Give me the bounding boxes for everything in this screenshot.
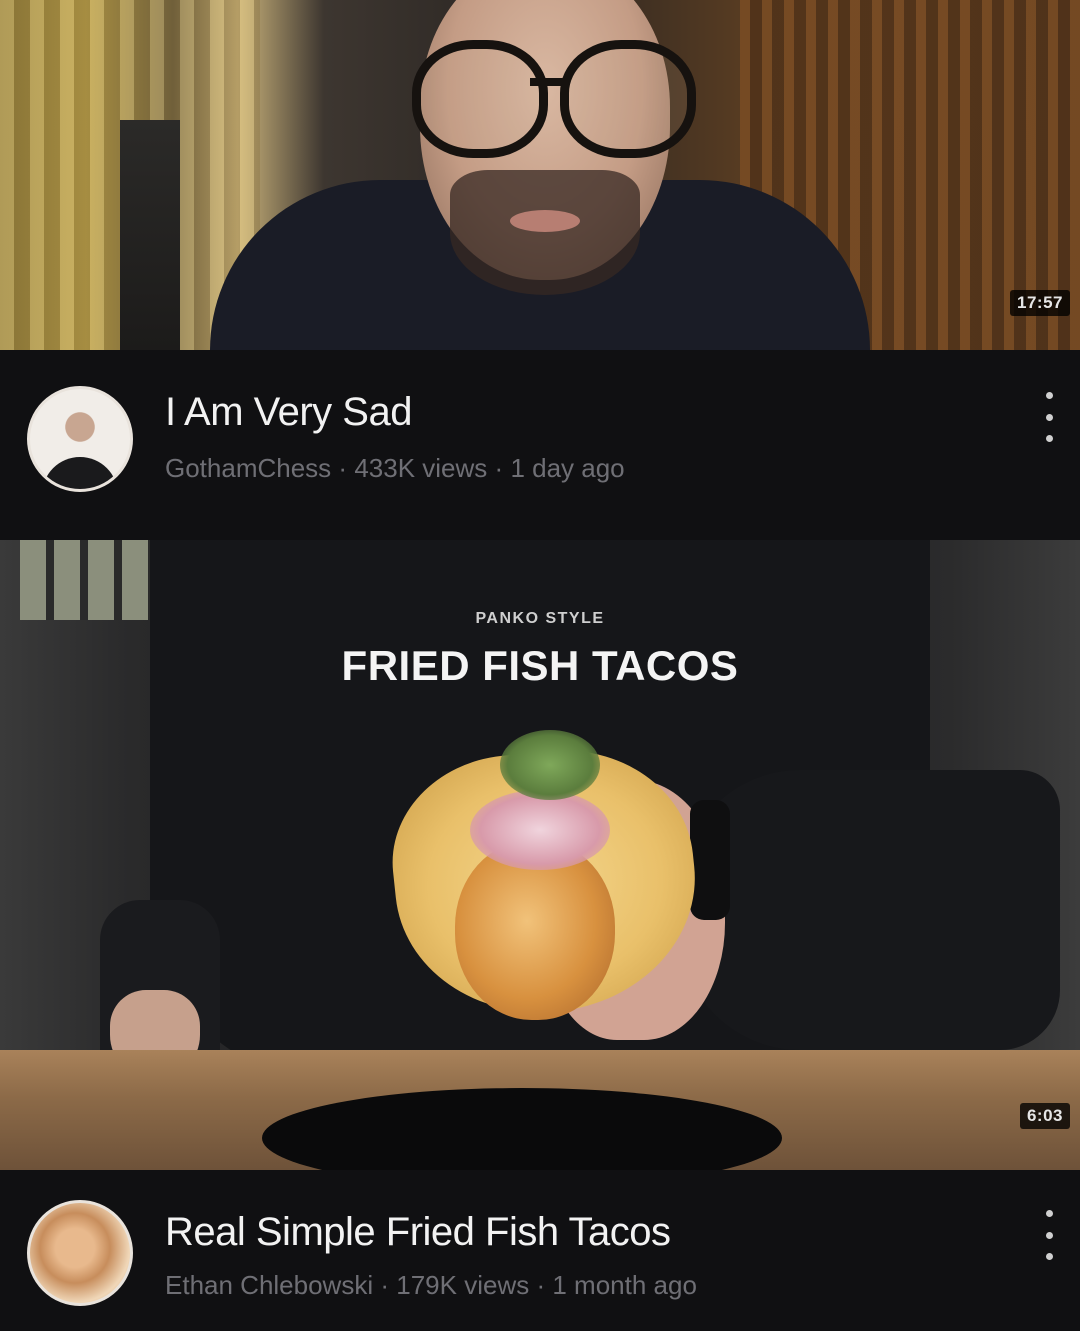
thumbnail-watch xyxy=(690,800,730,920)
video-info-row-1[interactable]: I Am Very Sad GothamChess · 433K views ·… xyxy=(0,350,1080,540)
thumbnail-headline-text: FRIED FISH TACOS xyxy=(341,642,739,689)
channel-avatar[interactable] xyxy=(27,1200,133,1306)
video-info-row-2[interactable]: Real Simple Fried Fish Tacos Ethan Chleb… xyxy=(0,1170,1080,1331)
video-duration-badge: 17:57 xyxy=(1010,290,1070,316)
meta-separator: · xyxy=(494,453,504,483)
avatar-figure xyxy=(42,457,118,489)
video-title[interactable]: I Am Very Sad xyxy=(165,390,412,435)
thumbnail-arm xyxy=(680,770,1060,1050)
thumbnail-person xyxy=(210,0,870,350)
video-thumbnail-1[interactable]: 17:57 xyxy=(0,0,1080,350)
dot xyxy=(1045,1253,1053,1260)
dot xyxy=(1045,392,1053,399)
glasses-lens-left xyxy=(412,40,548,158)
glasses-lens-right xyxy=(560,40,696,158)
meta-separator: · xyxy=(536,1270,546,1300)
video-metadata: Ethan Chlebowski · 179K views · 1 month … xyxy=(165,1270,697,1301)
video-feed: 17:57 I Am Very Sad GothamChess · 433K v… xyxy=(0,0,1080,1331)
thumbnail-beard xyxy=(450,170,640,295)
thumbnail-background xyxy=(20,540,150,620)
dot xyxy=(1045,1231,1053,1239)
dot xyxy=(1045,413,1053,421)
meta-separator: · xyxy=(380,1270,390,1300)
dot xyxy=(1045,435,1053,442)
glasses-bridge xyxy=(530,78,568,86)
dot xyxy=(1045,1210,1053,1217)
upload-age: 1 month ago xyxy=(552,1270,697,1300)
vertical-ellipsis-icon[interactable] xyxy=(1037,1210,1061,1260)
channel-avatar[interactable] xyxy=(27,386,133,492)
video-title[interactable]: Real Simple Fried Fish Tacos xyxy=(165,1210,671,1255)
video-thumbnail-2[interactable]: PANKO STYLE FRIED FISH TACOS 6:03 xyxy=(0,540,1080,1170)
meta-separator: · xyxy=(338,453,348,483)
thumbnail-background xyxy=(120,120,180,350)
video-metadata: GothamChess · 433K views · 1 day ago xyxy=(165,453,625,484)
thumbnail-mouth xyxy=(510,210,580,232)
vertical-ellipsis-icon[interactable] xyxy=(1037,392,1061,442)
thumbnail-kicker-text: PANKO STYLE xyxy=(475,610,605,627)
taco-garnish xyxy=(500,730,600,800)
video-duration-badge: 6:03 xyxy=(1019,1103,1070,1129)
taco-slaw xyxy=(470,790,610,870)
view-count: 179K views xyxy=(396,1270,530,1300)
channel-name[interactable]: Ethan Chlebowski xyxy=(165,1270,373,1300)
view-count: 433K views xyxy=(354,453,488,483)
channel-name[interactable]: GothamChess xyxy=(165,453,331,483)
upload-age: 1 day ago xyxy=(510,453,625,483)
